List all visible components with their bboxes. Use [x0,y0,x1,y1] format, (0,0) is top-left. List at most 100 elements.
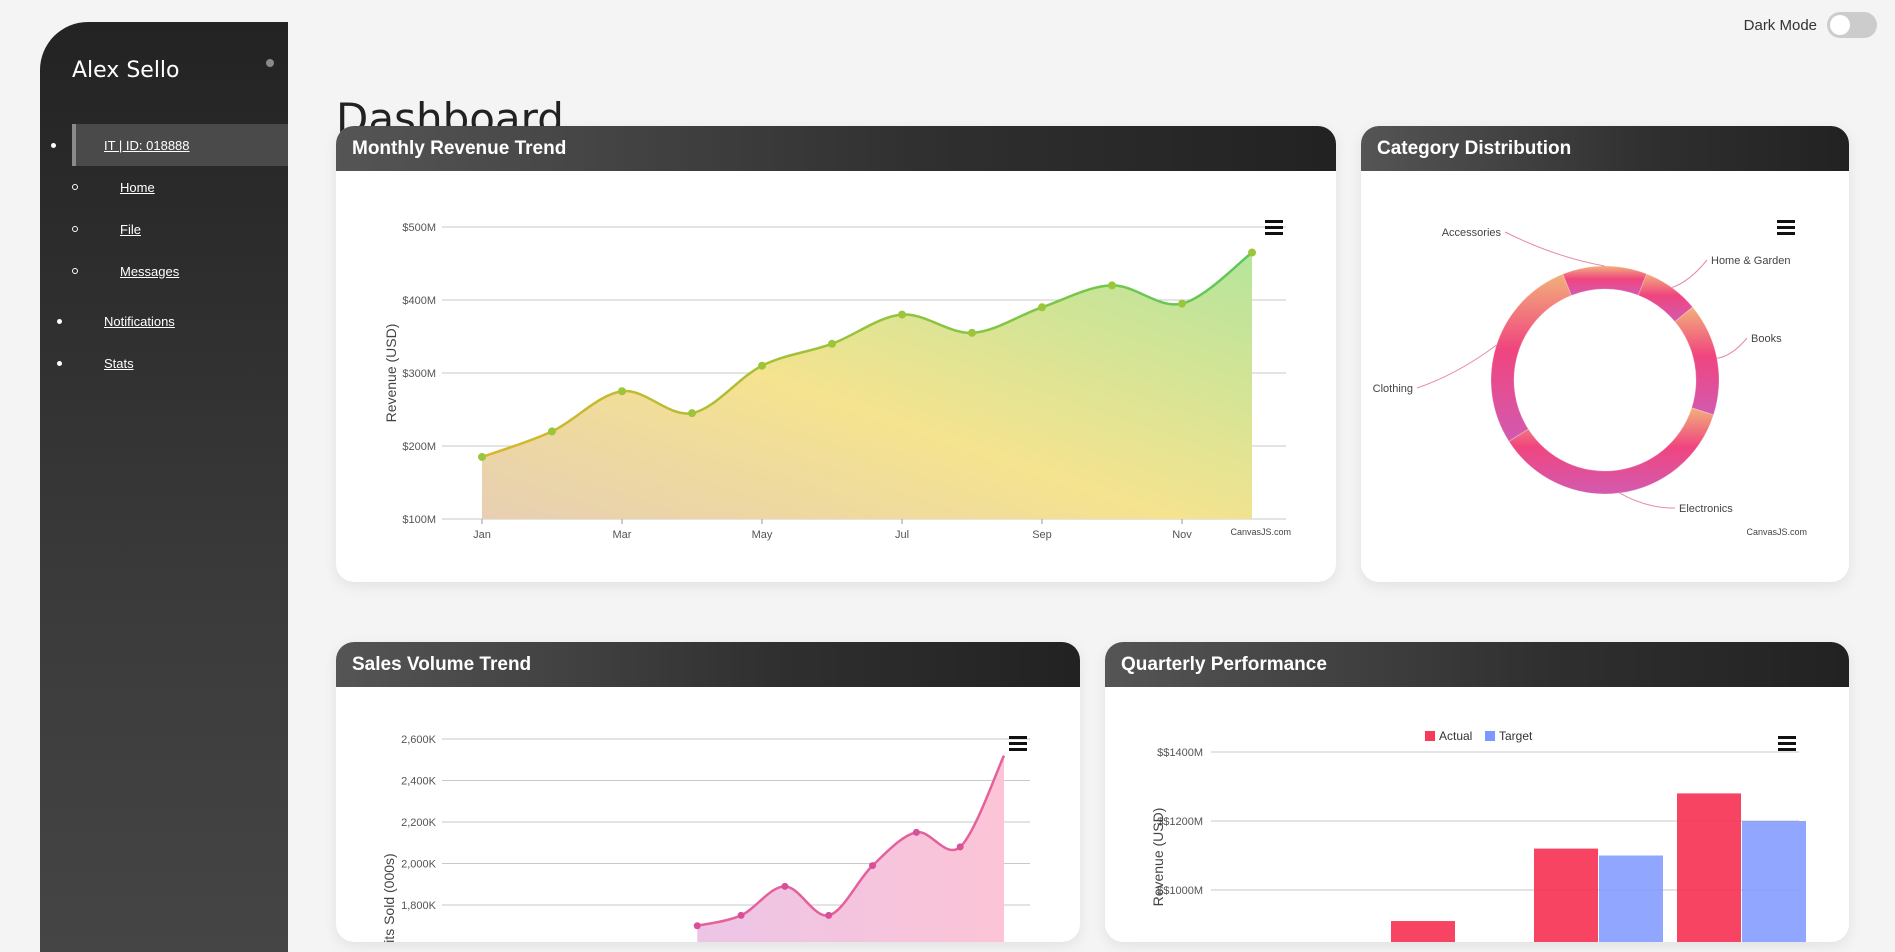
chart-credit: CanvasJS.com [1746,527,1807,537]
sidebar-item-label[interactable]: Notifications [104,314,175,329]
bar [1742,821,1806,942]
sidebar-item-label[interactable]: Home [120,180,155,195]
y-tick-label: 1,800K [401,900,437,912]
data-point [869,862,877,870]
x-tick-label: Jul [895,529,909,541]
sales-card: Sales Volume Trend 2,600K 2,400K 2,200K 2,0… [336,642,1080,942]
label-leader-line [1416,344,1497,389]
y-tick-label: $300M [402,368,436,380]
toggle-knob [1830,15,1850,35]
revenue-chart: $100M $200M $300M $400M $500M Revenue (USD) Ja… [383,220,1291,541]
data-point [758,361,766,370]
data-point [693,922,701,930]
data-point [898,310,906,319]
label-leader-line [1504,231,1605,267]
hamburger-menu-icon[interactable] [1778,736,1796,751]
y-axis-label: Revenue (USD) [1150,808,1166,907]
y-tick-label: 2,600K [401,734,437,746]
dark-mode-toggle[interactable] [1827,12,1877,38]
bullet-icon [72,184,78,190]
data-point [1038,303,1046,312]
data-point [956,843,964,851]
dark-mode-control: Dark Mode [1744,12,1877,38]
dark-mode-label: Dark Mode [1743,16,1817,34]
sidebar-item-messages[interactable]: Messages [40,250,288,292]
bar [1677,793,1741,942]
card-title: Quarterly Performance [1105,642,1849,687]
sidebar-item-stats[interactable]: Stats [40,342,288,384]
quarterly-card: Quarterly Performance $$1400M $$1200M $$10… [1105,642,1849,942]
data-point [912,828,920,836]
legend-swatch [1425,731,1435,741]
legend-label: Target [1499,729,1533,743]
revenue-card: Monthly Revenue Trend $100M $200M $300M $40… [336,126,1336,582]
bullet-icon [57,318,62,324]
slice [1562,265,1648,297]
x-tick-label: May [752,529,773,541]
x-tick-label: Mar [613,529,632,541]
slice-label: Electronics [1679,503,1733,515]
slice [1490,273,1572,443]
sidebar: Alex Sello IT | ID: 018888 Home File Mes… [40,22,288,952]
data-point [478,452,486,461]
data-point [618,387,626,396]
status-dot [266,59,274,67]
sidebar-item-label[interactable]: File [120,222,141,237]
y-tick-label: $100M [402,514,436,526]
bullet-icon [57,360,62,366]
y-tick-label: $500M [402,222,436,234]
data-point [828,339,836,348]
label-leader-line [1671,259,1708,289]
bar [1599,855,1663,942]
quarterly-chart: $$1400M$$1200M$$1000MRevenue (USD)Actual… [1150,729,1806,942]
data-point [968,328,976,337]
card-title: Category Distribution [1361,126,1849,171]
y-axis-label: Revenue (USD) [383,324,399,423]
slice-label: Books [1751,333,1782,345]
user-name: Alex Sello [72,58,180,83]
x-tick-label: Sep [1032,529,1052,541]
chart-credit: CanvasJS.com [1230,527,1291,537]
slice-label: Accessories [1442,227,1502,239]
y-tick-label: 2,000K [401,859,437,871]
data-point [737,911,745,919]
hamburger-menu-icon[interactable] [1777,220,1795,235]
sidebar-item-label[interactable]: Messages [120,264,179,279]
x-tick-label: Nov [1172,529,1192,541]
y-tick-label: $200M [402,441,436,453]
card-title: Sales Volume Trend [336,642,1080,687]
bar [1534,848,1598,942]
slice [1674,306,1720,416]
y-tick-label: 2,400K [401,776,437,788]
slice [1508,407,1715,495]
sidebar-item-label[interactable]: IT | ID: 018888 [104,138,190,153]
data-point [548,427,556,436]
slice-label: Home & Garden [1711,255,1790,267]
sidebar-item-file[interactable]: File [40,208,288,250]
label-leader-line [1716,337,1748,359]
sidebar-item-it-id[interactable]: IT | ID: 018888 [51,124,288,166]
bullet-icon [72,268,78,274]
bullet-icon [72,226,78,232]
data-point [781,882,789,890]
hamburger-menu-icon[interactable] [1009,736,1027,751]
sales-chart: 2,600K 2,400K 2,200K 2,000K 1,800K Units Sold… [381,734,1030,942]
x-tick-label: Jan [473,529,491,541]
card-title: Monthly Revenue Trend [336,126,1336,171]
category-chart: Accessories Home & Garden Books Electronics… [1373,220,1807,537]
y-axis-label: Units Sold (000s) [381,853,397,942]
y-tick-label: $400M [402,295,436,307]
data-point [1108,281,1116,290]
data-point [1248,248,1256,257]
legend-swatch [1485,731,1495,741]
sidebar-nav: IT | ID: 018888 Home File Messages Notif… [40,124,288,384]
y-tick-label: 2,200K [401,817,437,829]
hamburger-menu-icon[interactable] [1265,220,1283,235]
label-leader-line [1619,492,1676,509]
data-point [688,409,696,418]
sidebar-item-notifications[interactable]: Notifications [40,300,288,342]
data-point [1178,299,1186,308]
sidebar-item-home[interactable]: Home [40,166,288,208]
category-card: Category Distribution Accessories Home & … [1361,126,1849,582]
sidebar-item-label[interactable]: Stats [104,356,134,371]
